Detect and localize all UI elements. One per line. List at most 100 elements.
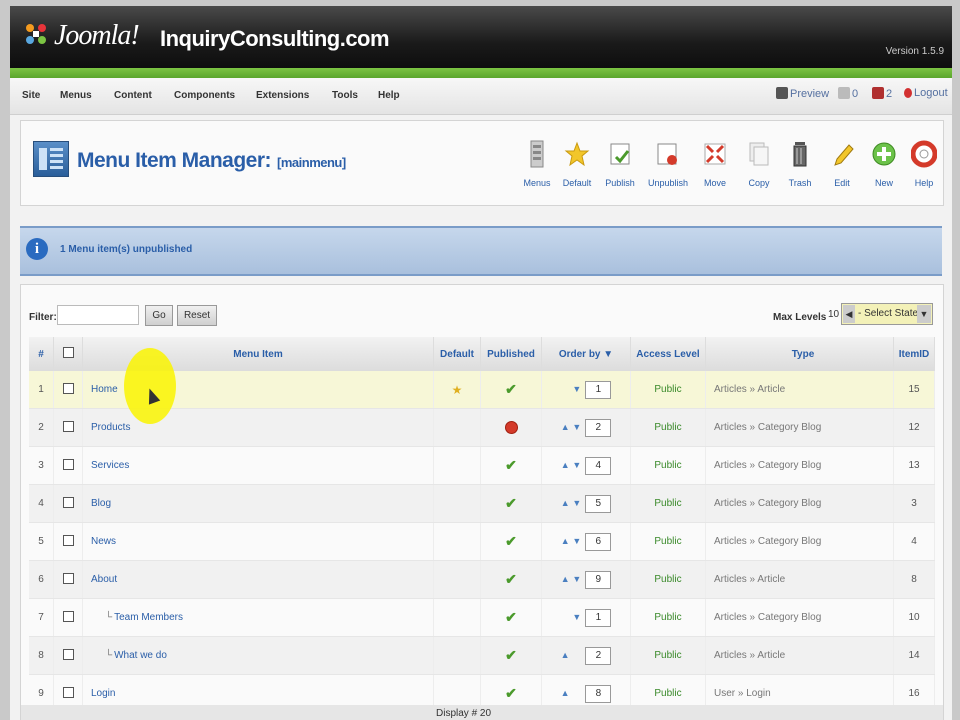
row-published-cell[interactable]: ✔	[480, 522, 542, 561]
order-up-icon[interactable]: ▲	[561, 498, 570, 508]
toolbar-move-button[interactable]: Move	[696, 139, 734, 191]
toolbar-copy-button[interactable]: Copy	[740, 139, 778, 191]
row-checkbox[interactable]	[62, 496, 74, 508]
row-checkbox-cell[interactable]	[53, 636, 83, 675]
row-access-level[interactable]: Public	[630, 484, 706, 523]
row-checkbox[interactable]	[62, 420, 74, 432]
order-input[interactable]: 9	[585, 570, 612, 589]
row-default-cell[interactable]	[433, 560, 481, 599]
order-down-icon[interactable]: ▼	[572, 498, 581, 508]
row-default-cell[interactable]	[433, 522, 481, 561]
row-access-level[interactable]: Public	[630, 408, 706, 447]
default-star-icon[interactable]: ★	[452, 383, 463, 397]
menu-item-link[interactable]: Login	[91, 688, 115, 699]
order-input[interactable]: 2	[585, 418, 612, 437]
row-published-cell[interactable]: ✔	[480, 560, 542, 599]
menu-item-link[interactable]: Team Members	[114, 612, 183, 623]
order-input[interactable]: 2	[585, 646, 612, 665]
header-default[interactable]: Default	[433, 337, 481, 371]
published-check-icon[interactable]: ✔	[505, 533, 517, 549]
row-published-cell[interactable]: ✔	[480, 446, 542, 485]
row-published-cell[interactable]: ✔	[480, 484, 542, 523]
row-access-level[interactable]: Public	[630, 371, 706, 409]
row-default-cell[interactable]	[433, 484, 481, 523]
row-default-cell[interactable]	[433, 636, 481, 675]
published-check-icon[interactable]: ✔	[505, 647, 517, 663]
row-published-cell[interactable]	[480, 408, 542, 447]
toolbar-unpublish-button[interactable]: Unpublish	[648, 139, 688, 191]
order-down-icon[interactable]: ▼	[572, 574, 581, 584]
menu-item-link[interactable]: Blog	[91, 498, 111, 509]
order-input[interactable]: 5	[585, 494, 612, 513]
order-up-icon[interactable]: ▲	[561, 574, 570, 584]
published-check-icon[interactable]: ✔	[505, 381, 517, 397]
row-checkbox[interactable]	[62, 572, 74, 584]
filter-reset-button[interactable]: Reset	[177, 305, 217, 326]
row-checkbox-cell[interactable]	[53, 598, 83, 637]
filter-go-button[interactable]: Go	[145, 305, 173, 326]
order-down-icon[interactable]: ▼	[572, 384, 581, 394]
site-name[interactable]: InquiryConsulting.com	[160, 26, 390, 52]
logout-link[interactable]: Logout	[904, 87, 948, 99]
row-checkbox-cell[interactable]	[53, 560, 83, 599]
row-default-cell[interactable]	[433, 598, 481, 637]
menu-extensions[interactable]: Extensions	[256, 90, 309, 101]
order-input[interactable]: 4	[585, 456, 612, 475]
order-input[interactable]: 1	[585, 608, 612, 627]
order-up-icon[interactable]: ▲	[561, 688, 570, 698]
order-up-icon[interactable]: ▲	[561, 422, 570, 432]
preview-link[interactable]: Preview	[776, 87, 829, 100]
menu-tools[interactable]: Tools	[332, 90, 358, 101]
users-online[interactable]: 2	[872, 87, 892, 100]
display-count-select[interactable]: Display # 20	[436, 708, 491, 719]
order-input[interactable]: 8	[585, 684, 612, 703]
menu-item-link[interactable]: What we do	[114, 650, 167, 661]
select-all-checkbox[interactable]	[62, 347, 74, 358]
row-checkbox[interactable]	[62, 534, 74, 546]
row-access-level[interactable]: Public	[630, 598, 706, 637]
row-access-level[interactable]: Public	[630, 446, 706, 485]
header-type[interactable]: Type	[705, 337, 894, 371]
order-input[interactable]: 6	[585, 532, 612, 551]
row-checkbox[interactable]	[62, 610, 74, 622]
header-access[interactable]: Access Level	[630, 337, 706, 371]
order-up-icon[interactable]: ▲	[561, 460, 570, 470]
row-default-cell[interactable]: ★	[433, 371, 481, 409]
row-published-cell[interactable]: ✔	[480, 636, 542, 675]
menu-item-link[interactable]: Products	[91, 422, 130, 433]
published-check-icon[interactable]: ✔	[505, 457, 517, 473]
header-published[interactable]: Published	[480, 337, 542, 371]
menu-site[interactable]: Site	[22, 90, 40, 101]
menu-item-link[interactable]: Home	[91, 384, 118, 395]
order-down-icon[interactable]: ▼	[572, 422, 581, 432]
max-levels-select[interactable]: 10	[828, 309, 839, 320]
toolbar-menus-button[interactable]: Menus	[518, 139, 556, 191]
row-published-cell[interactable]: ✔	[480, 371, 542, 409]
row-checkbox[interactable]	[62, 382, 74, 394]
state-select[interactable]: ◀ - Select State - ▼	[841, 303, 933, 325]
published-check-icon[interactable]: ✔	[505, 571, 517, 587]
published-check-icon[interactable]: ✔	[505, 609, 517, 625]
row-published-cell[interactable]: ✔	[480, 598, 542, 637]
toolbar-publish-button[interactable]: Publish	[601, 139, 639, 191]
row-checkbox-cell[interactable]	[53, 371, 83, 409]
row-access-level[interactable]: Public	[630, 636, 706, 675]
header-order[interactable]: Order by ▼	[541, 337, 631, 371]
menu-menus[interactable]: Menus	[60, 90, 92, 101]
order-down-icon[interactable]: ▼	[572, 612, 581, 622]
order-input[interactable]: 1	[585, 380, 612, 399]
menu-help[interactable]: Help	[378, 90, 400, 101]
toolbar-new-button[interactable]: New	[865, 139, 903, 191]
row-checkbox-cell[interactable]	[53, 446, 83, 485]
toolbar-edit-button[interactable]: Edit	[823, 139, 861, 191]
published-check-icon[interactable]: ✔	[505, 685, 517, 701]
header-itemid[interactable]: ItemID	[893, 337, 935, 371]
header-checkall[interactable]	[53, 337, 83, 371]
order-up-icon[interactable]: ▲	[561, 650, 570, 660]
menu-content[interactable]: Content	[114, 90, 152, 101]
order-down-icon[interactable]: ▼	[572, 460, 581, 470]
menu-components[interactable]: Components	[174, 90, 235, 101]
row-checkbox-cell[interactable]	[53, 408, 83, 447]
row-default-cell[interactable]	[433, 408, 481, 447]
row-checkbox[interactable]	[62, 686, 74, 698]
